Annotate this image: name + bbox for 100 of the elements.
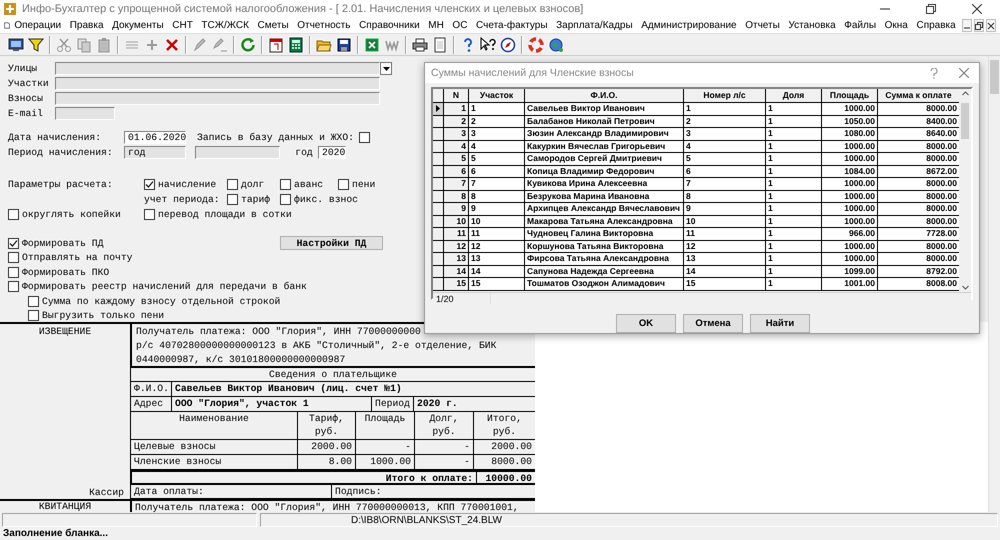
menu-item[interactable]: Зарплата/Кадры xyxy=(552,20,637,31)
checkbox[interactable] xyxy=(338,179,349,190)
checkbox[interactable] xyxy=(8,252,19,264)
record-counter: 1/20 xyxy=(433,293,491,304)
column-header[interactable]: Доля xyxy=(766,89,822,103)
table-cell: Архипцев Александр Вячеславович xyxy=(525,203,684,216)
period-field[interactable]: год xyxy=(124,146,186,159)
row-header[interactable] xyxy=(433,178,444,190)
row-header[interactable] xyxy=(433,266,444,278)
date-field[interactable]: 01.06.2020 xyxy=(124,131,186,144)
checkbox[interactable] xyxy=(8,209,19,220)
row-header[interactable] xyxy=(433,128,444,140)
scrollbar[interactable] xyxy=(988,56,1000,512)
checkbox[interactable] xyxy=(144,209,155,220)
table-cell: 8.00 xyxy=(297,455,355,469)
field-label: Период начисления: xyxy=(8,147,114,158)
close-icon[interactable] xyxy=(986,19,996,32)
current-row-marker[interactable] xyxy=(433,103,444,116)
row-header[interactable] xyxy=(433,153,444,166)
column-header[interactable]: Ф.И.О. xyxy=(525,89,684,103)
row-number: 11 xyxy=(444,228,469,240)
scrollbar[interactable] xyxy=(959,89,971,292)
menu-item[interactable]: ТСЖ/ЖСК xyxy=(197,20,254,31)
field-label: Улицы xyxy=(8,63,38,74)
row-header[interactable] xyxy=(433,116,444,128)
checkbox[interactable] xyxy=(8,266,19,278)
menu-item[interactable]: Справочники xyxy=(354,20,424,31)
lifebuoy-icon[interactable] xyxy=(526,34,546,54)
checkbox[interactable] xyxy=(227,179,238,190)
table-cell: - xyxy=(414,440,473,454)
row-header[interactable] xyxy=(433,253,444,266)
menu-item[interactable]: Справка xyxy=(912,20,960,31)
column-header[interactable]: N xyxy=(444,89,469,103)
menu-item[interactable]: Отчеты xyxy=(740,20,784,31)
menu-item[interactable]: Окна xyxy=(880,20,912,31)
checkbox[interactable] xyxy=(280,194,291,205)
find-button[interactable]: Найти xyxy=(750,314,810,333)
row-header[interactable] xyxy=(433,190,444,203)
table-cell: 11 xyxy=(469,228,525,240)
minimize-icon[interactable] xyxy=(962,19,972,32)
row-header[interactable] xyxy=(433,240,444,253)
menu-item[interactable]: Счета-фактуры xyxy=(472,20,552,31)
table-cell: 2 xyxy=(469,116,525,128)
menu-item[interactable]: Документы xyxy=(108,20,168,31)
table-cell: 1 xyxy=(766,253,822,266)
column-header[interactable]: Сумма к оплате xyxy=(878,89,960,103)
input-field[interactable] xyxy=(195,146,280,159)
menu-item[interactable]: СНТ xyxy=(168,20,198,31)
row-header[interactable] xyxy=(433,203,444,216)
row-header[interactable] xyxy=(433,278,444,290)
restore-icon[interactable] xyxy=(974,19,984,32)
document-icon[interactable] xyxy=(4,20,10,31)
checkbox[interactable] xyxy=(28,296,39,307)
checkbox[interactable] xyxy=(8,281,19,292)
checkbox[interactable] xyxy=(8,238,19,249)
checkbox[interactable] xyxy=(28,310,39,322)
cashier-label: Кассир xyxy=(89,486,124,498)
menu-item[interactable]: Файлы xyxy=(840,20,880,31)
menu-item[interactable]: Операции xyxy=(10,20,66,31)
checkbox[interactable] xyxy=(358,132,370,143)
row-number: 7 xyxy=(444,178,469,190)
year-field[interactable]: 2020 xyxy=(318,146,346,159)
menu-item[interactable]: Сметы xyxy=(253,20,293,31)
input-field[interactable] xyxy=(55,77,380,90)
table-cell: 15 xyxy=(684,278,766,290)
ok-button[interactable]: OK xyxy=(616,314,676,333)
dialog-title: Суммы начислений для Членские взносы xyxy=(431,67,635,79)
status-message: Заполнение бланка... xyxy=(2,528,109,540)
column-header[interactable]: Площадь xyxy=(822,89,878,103)
checkbox[interactable] xyxy=(280,179,291,190)
scroll-thumb[interactable] xyxy=(990,60,999,94)
column-header[interactable]: Участок xyxy=(469,89,525,103)
scroll-thumb[interactable] xyxy=(961,103,969,139)
menu-item[interactable]: Правка xyxy=(65,20,108,31)
table-cell: 4 xyxy=(469,140,525,153)
street-dropdown[interactable] xyxy=(55,62,380,75)
menu-item[interactable]: Установка xyxy=(784,20,840,31)
receipt-label: КВИТАНЦИЯ xyxy=(38,501,92,512)
cancel-button[interactable]: Отмена xyxy=(683,314,743,333)
input-field[interactable] xyxy=(55,92,380,105)
field-label: год xyxy=(294,147,314,158)
row-header[interactable] xyxy=(433,228,444,240)
table-cell: - xyxy=(414,455,473,469)
pd-settings-button[interactable]: Настройки ПД xyxy=(280,236,383,250)
row-header[interactable] xyxy=(433,216,444,228)
email-field[interactable] xyxy=(55,107,115,120)
row-header[interactable] xyxy=(433,166,444,178)
checkbox[interactable] xyxy=(144,179,155,190)
field-label: Взносы xyxy=(8,93,44,104)
table-cell: 1000.00 xyxy=(822,203,878,216)
checkbox[interactable] xyxy=(227,194,238,205)
column-header[interactable]: Номер л/с xyxy=(684,89,766,103)
table-cell: Зюзин Александр Владимирович xyxy=(525,128,684,140)
menu-item[interactable]: МН xyxy=(424,20,448,31)
menu-item[interactable]: Отчетность xyxy=(292,20,355,31)
row-header[interactable] xyxy=(433,140,444,153)
address-label: Адрес xyxy=(133,397,164,411)
window-title: Инфо-Бухгалтер с упрощенной системой налогообложения - [ 2.01. Начисления членских и целевых взносов] xyxy=(22,3,584,15)
menu-item[interactable]: Администрирование xyxy=(636,20,741,31)
menu-item[interactable]: ОС xyxy=(448,20,472,31)
